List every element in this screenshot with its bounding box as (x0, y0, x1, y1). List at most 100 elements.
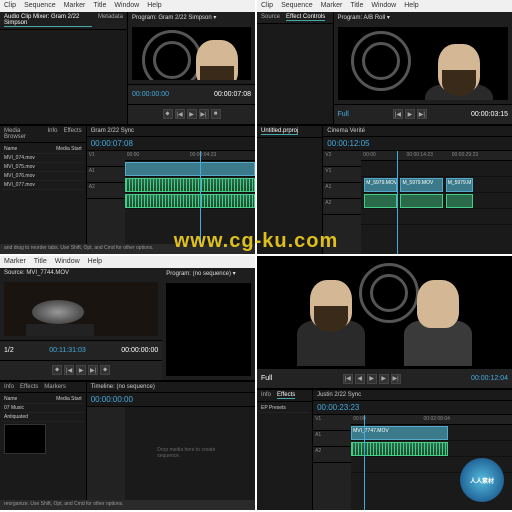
mark-in-button[interactable]: ⬥ (163, 109, 173, 119)
track-v2-head[interactable]: V2 (323, 151, 361, 167)
sequence-name[interactable]: Cinema Verité (327, 128, 365, 134)
step-fwd-button[interactable]: ▶| (417, 109, 427, 119)
menu-marker[interactable]: Marker (4, 258, 26, 266)
video-clip[interactable] (125, 162, 255, 176)
time-ruler[interactable]: 00:00 00:00:04:23 (125, 151, 255, 161)
playhead[interactable] (364, 415, 365, 510)
audio-clip[interactable] (125, 178, 255, 192)
track-v1-head[interactable]: V1 (87, 151, 125, 167)
menu-sequence[interactable]: Sequence (24, 2, 56, 10)
track-a1-head[interactable]: A1 (323, 183, 361, 199)
zoom-level[interactable]: Full (261, 375, 272, 382)
step-fwd-button[interactable]: ▶ (379, 374, 389, 384)
playhead-timecode[interactable]: 00:00:07:08 (91, 139, 133, 148)
playhead[interactable] (397, 151, 398, 254)
tab-source[interactable]: Source (261, 14, 280, 21)
track-v1-head[interactable]: V1 (323, 167, 361, 183)
timecode-out[interactable]: 00:00:12:04 (471, 375, 508, 382)
track-a1-head[interactable]: A1 (313, 431, 351, 447)
zoom-level[interactable]: Full (338, 111, 349, 118)
source-monitor[interactable] (4, 282, 158, 336)
track-a2-head[interactable]: A2 (323, 199, 361, 215)
table-row[interactable]: 07 Music (2, 404, 84, 413)
playhead-timecode[interactable]: 00:00:00:00 (91, 395, 133, 404)
tab-effects[interactable]: Effects (277, 392, 295, 399)
sequence-name[interactable]: Justin 2/22 Sync (317, 392, 361, 398)
tab-markers[interactable]: Markers (44, 384, 66, 390)
program-monitor-empty[interactable] (166, 283, 251, 376)
program-monitor[interactable] (257, 256, 512, 368)
menu-clip[interactable]: Clip (4, 2, 16, 10)
tab-info[interactable]: Info (261, 392, 271, 399)
menu-window[interactable]: Window (55, 258, 80, 266)
playhead-timecode[interactable]: 00:00:23:23 (317, 403, 359, 412)
menu-window[interactable]: Window (114, 2, 139, 10)
time-ruler[interactable]: 00:00 00:02:08:04 (351, 415, 512, 425)
sequence-name[interactable]: Gram 2/22 Sync (91, 128, 134, 134)
audio-clip[interactable] (446, 194, 473, 208)
menu-title[interactable]: Title (350, 2, 363, 10)
menu-window[interactable]: Window (371, 2, 396, 10)
audio-clip[interactable] (351, 442, 448, 456)
program-monitor[interactable] (338, 27, 509, 100)
table-row[interactable]: MVI_077.mov (2, 181, 84, 190)
timecode-current[interactable]: 00:11:31:03 (49, 347, 85, 354)
step-back-button[interactable]: |◀ (175, 109, 185, 119)
program-monitor[interactable] (132, 27, 251, 80)
timecode-dur[interactable]: 00:00:00:00 (121, 347, 158, 354)
track-a2-head[interactable]: A2 (313, 447, 351, 463)
clip-thumbnail[interactable] (4, 424, 46, 454)
tab-audio-mixer[interactable]: Audio Clip Mixer: Gram 2/22 Simpson (4, 14, 92, 27)
prev-button[interactable]: |◀ (343, 374, 353, 384)
table-row[interactable]: MVI_074.mov (2, 154, 84, 163)
track-v1-head[interactable]: V1 (313, 415, 351, 431)
table-row[interactable]: Antiquated (2, 413, 84, 422)
table-row[interactable]: MVI_076.mov (2, 172, 84, 181)
timecode-out[interactable]: 00:00:07:08 (214, 91, 251, 98)
playhead-timecode[interactable]: 00:00:12:05 (327, 139, 369, 148)
tab-effect-controls[interactable]: Effect Controls (286, 14, 325, 21)
menu-help[interactable]: Help (147, 2, 161, 10)
video-clip[interactable]: M_5979.M (446, 178, 473, 192)
audio-clip[interactable] (364, 194, 397, 208)
menu-title[interactable]: Title (34, 258, 47, 266)
video-clip[interactable]: MVI_7747.MOV (351, 426, 448, 440)
video-clip[interactable]: M_5979.MOV (364, 178, 397, 192)
tab-project[interactable]: Untitled.prproj (261, 128, 298, 135)
tab-info[interactable]: Info (4, 384, 14, 390)
track-a2-head[interactable]: A2 (87, 183, 125, 199)
menu-help[interactable]: Help (404, 2, 418, 10)
menu-marker[interactable]: Marker (64, 2, 86, 10)
mark-out-button[interactable]: ⬥ (100, 365, 110, 375)
track-a1-head[interactable]: A1 (87, 167, 125, 183)
audio-clip[interactable] (125, 194, 255, 208)
prev-button[interactable]: |◀ (64, 365, 74, 375)
timecode-out[interactable]: 00:00:03:15 (471, 111, 508, 118)
step-back-button[interactable]: ◀ (355, 374, 365, 384)
menu-sequence[interactable]: Sequence (281, 2, 313, 10)
play-button[interactable]: ▶ (367, 374, 377, 384)
zoom-level[interactable]: 1/2 (4, 347, 14, 354)
next-button[interactable]: ▶| (391, 374, 401, 384)
time-ruler[interactable]: 00:00 00:00:14:23 00:00:29:23 (361, 151, 512, 161)
audio-clip[interactable] (400, 194, 442, 208)
tab-info[interactable]: Info (47, 128, 57, 140)
menu-marker[interactable]: Marker (321, 2, 343, 10)
tab-effects[interactable]: Effects (20, 384, 38, 390)
step-fwd-button[interactable]: ▶| (199, 109, 209, 119)
play-button[interactable]: ▶ (405, 109, 415, 119)
menu-title[interactable]: Title (93, 2, 106, 10)
play-button[interactable]: ▶ (76, 365, 86, 375)
tab-media-browser[interactable]: Media Browser (4, 128, 41, 140)
step-back-button[interactable]: |◀ (393, 109, 403, 119)
timecode-in[interactable]: 00:00:00:00 (132, 91, 169, 98)
video-clip[interactable]: M_5979.MOV (400, 178, 442, 192)
stop-button[interactable]: ■ (211, 109, 221, 119)
tab-metadata[interactable]: Metadata (98, 14, 123, 27)
play-button[interactable]: ▶ (187, 109, 197, 119)
menu-help[interactable]: Help (88, 258, 102, 266)
next-button[interactable]: ▶| (88, 365, 98, 375)
tab-effects[interactable]: Effects (63, 128, 81, 140)
table-row[interactable]: MVI_075.mov (2, 163, 84, 172)
mark-in-button[interactable]: ⬥ (52, 365, 62, 375)
